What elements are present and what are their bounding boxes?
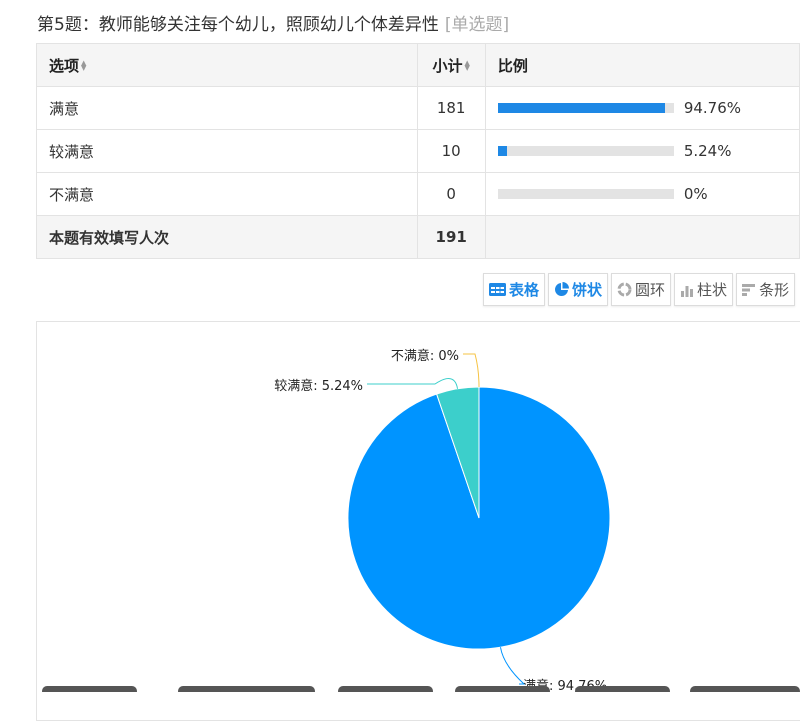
view-table-label: 表格 xyxy=(509,281,540,299)
bottom-tab[interactable] xyxy=(455,686,550,692)
view-column-button[interactable]: 柱状 xyxy=(674,273,734,306)
header-count[interactable]: 小计 ▲ ▼ xyxy=(416,43,486,87)
pie-leader-line xyxy=(367,378,459,389)
row-option: 较满意 xyxy=(36,129,418,173)
result-table: 选项 ▲ ▼ 小计 ▲ ▼ 比例 满意 181 94.76% 较满意 10 5.24% xyxy=(36,43,800,259)
header-count-label: 小计 xyxy=(432,56,463,75)
bottom-tab[interactable] xyxy=(42,686,137,692)
total-row: 本题有效填写人次 191 xyxy=(36,215,800,259)
header-option[interactable]: 选项 ▲ ▼ xyxy=(36,43,418,87)
header-ratio: 比例 xyxy=(484,43,800,87)
view-table-button[interactable]: 表格 xyxy=(483,273,546,306)
view-horizontal-bar-label: 条形 xyxy=(759,281,790,299)
question-text: 第5题：教师能够关注每个幼儿，照顾幼儿个体差异性 xyxy=(37,15,439,35)
bottom-tab[interactable] xyxy=(575,686,670,692)
pie-chart: 满意: 94.76%较满意: 5.24%不满意: 0% xyxy=(274,348,611,694)
row-count: 181 xyxy=(416,86,486,130)
ratio-percent: 5.24% xyxy=(683,142,732,161)
pie-leader-line xyxy=(499,647,526,685)
ratio-bar xyxy=(497,103,674,114)
view-horizontal-bar-button[interactable]: 条形 xyxy=(736,273,796,306)
ratio-bar xyxy=(497,146,674,157)
table-header-row: 选项 ▲ ▼ 小计 ▲ ▼ 比例 xyxy=(36,43,800,87)
view-pie-button[interactable]: 饼状 xyxy=(548,273,609,306)
bottom-tab[interactable] xyxy=(690,686,800,692)
question-title: 第5题：教师能够关注每个幼儿，照顾幼儿个体差异性 [单选题] xyxy=(37,10,509,35)
bottom-tab-strip xyxy=(42,686,800,692)
chart-panel: 满意: 94.76% 较满意: 5.24% 不满意: 0% xyxy=(36,321,800,721)
sort-icon[interactable]: ▲ ▼ xyxy=(81,60,86,72)
donut-chart-icon xyxy=(617,282,632,297)
row-count: 10 xyxy=(416,129,486,173)
row-count: 0 xyxy=(416,172,486,216)
view-column-label: 柱状 xyxy=(697,281,728,299)
table-row: 较满意 10 5.24% xyxy=(36,129,800,173)
horizontal-bar-icon xyxy=(742,283,756,297)
view-donut-button[interactable]: 圆环 xyxy=(611,273,672,306)
ratio-bar-fill xyxy=(497,103,665,114)
table-row: 满意 181 94.76% xyxy=(36,86,800,130)
table-icon xyxy=(489,283,506,296)
pie-label: 不满意: 0% xyxy=(391,348,459,364)
row-ratio: 0% xyxy=(484,172,800,216)
ratio-percent: 94.76% xyxy=(683,99,742,118)
row-option: 满意 xyxy=(36,86,418,130)
pie-label: 较满意: 5.24% xyxy=(274,378,363,394)
ratio-bar xyxy=(497,189,674,200)
bar-chart-icon xyxy=(680,283,694,297)
sort-icon[interactable]: ▲ ▼ xyxy=(464,60,469,72)
chart-view-toolbar: 表格 饼状 圆环 柱状 条形 xyxy=(483,273,796,306)
total-ratio-empty xyxy=(484,215,800,259)
question-type: [单选题] xyxy=(444,15,510,35)
total-count: 191 xyxy=(416,215,486,259)
row-ratio: 5.24% xyxy=(484,129,800,173)
ratio-percent: 0% xyxy=(683,185,708,204)
bottom-tab[interactable] xyxy=(338,686,433,692)
table-row: 不满意 0 0% xyxy=(36,172,800,216)
bottom-tab[interactable] xyxy=(220,686,315,692)
pie-chart-icon xyxy=(554,282,570,297)
row-ratio: 94.76% xyxy=(484,86,800,130)
total-label: 本题有效填写人次 xyxy=(36,215,418,259)
view-pie-label: 饼状 xyxy=(572,281,603,299)
ratio-bar-fill xyxy=(497,146,508,157)
pie-leader-line xyxy=(463,353,480,388)
view-donut-label: 圆环 xyxy=(635,281,666,299)
header-ratio-label: 比例 xyxy=(497,56,528,75)
row-option: 不满意 xyxy=(36,172,418,216)
header-option-label: 选项 xyxy=(49,56,80,75)
